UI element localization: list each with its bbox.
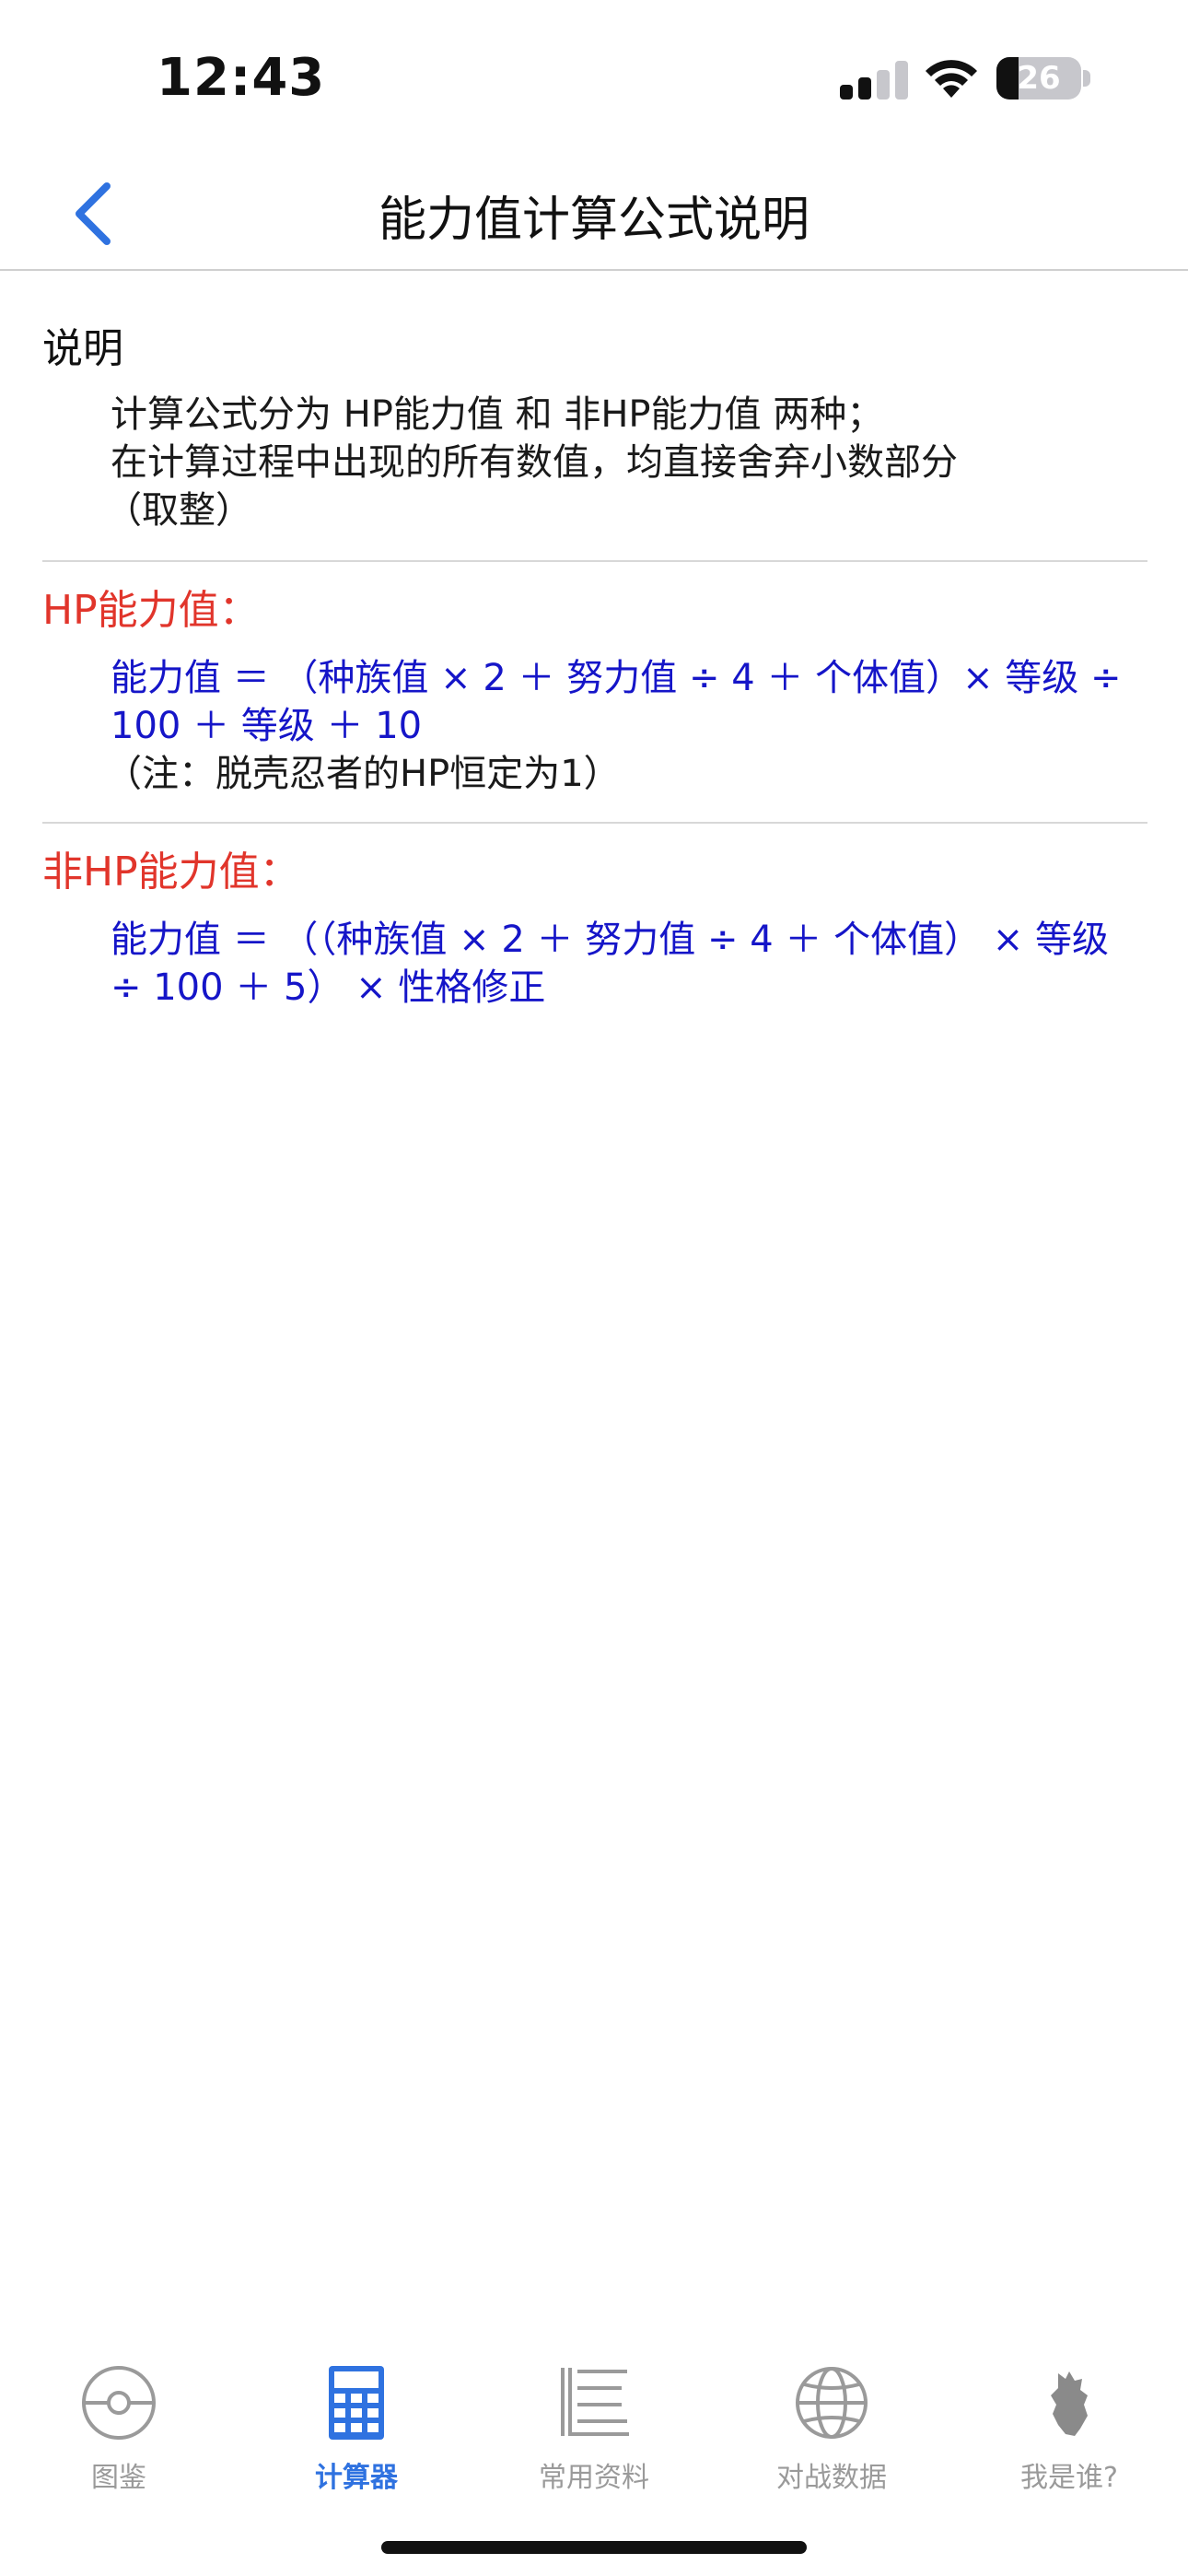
home-indicator[interactable] — [381, 2541, 807, 2554]
battery-tip — [1083, 70, 1090, 87]
wifi-icon — [926, 60, 977, 98]
globe-icon — [796, 2367, 868, 2439]
pokeball-icon — [82, 2366, 156, 2440]
status-time: 12:43 — [157, 48, 326, 108]
tab-label: 常用资料 — [539, 2462, 649, 2494]
divider — [42, 822, 1147, 824]
intro-line-1: 计算公式分为 HP能力值 和 非HP能力值 两种； — [111, 393, 884, 436]
tab-reference[interactable]: 常用资料 — [475, 2364, 713, 2512]
intro-line-3: （取整） — [105, 489, 252, 532]
page-title: 能力值计算公式说明 — [378, 193, 809, 248]
nonhp-title: 非HP能力值： — [42, 849, 300, 896]
book-icon — [561, 2368, 629, 2436]
tab-calculator[interactable]: 计算器 — [238, 2364, 475, 2512]
silhouette-icon — [1051, 2371, 1088, 2436]
tab-bar: 图鉴 计算器 常用资料 对战数据 我是谁? — [0, 2331, 1188, 2576]
hp-formula-line-2: 100 ＋ 等级 ＋ 10 — [111, 705, 423, 747]
tab-who-am-i[interactable]: 我是谁? — [950, 2364, 1188, 2512]
intro-title: 说明 — [42, 325, 123, 372]
hp-title: HP能力值： — [42, 587, 260, 634]
tab-label: 图鉴 — [91, 2462, 146, 2494]
cellular-signal-icon — [840, 61, 914, 100]
tab-battle-data[interactable]: 对战数据 — [713, 2364, 950, 2512]
nonhp-formula-line-2: ÷ 100 ＋ 5） × 性格修正 — [111, 966, 546, 1009]
hp-note: （注：脱壳忍者的HP恒定为1） — [105, 753, 621, 795]
tab-label: 我是谁? — [1020, 2462, 1118, 2494]
tab-label: 对战数据 — [776, 2462, 887, 2494]
status-bar: 12:43 26 — [0, 0, 1188, 157]
calculator-icon — [329, 2366, 384, 2440]
nonhp-formula-line-1: 能力值 ＝ （（种族值 × 2 ＋ 努力值 ÷ 4 ＋ 个体值） × 等级 — [111, 919, 1110, 961]
tab-pokedex[interactable]: 图鉴 — [0, 2364, 238, 2512]
tab-label: 计算器 — [315, 2462, 398, 2494]
battery-icon: 26 — [996, 57, 1081, 100]
hp-formula-line-1: 能力值 ＝ （种族值 × 2 ＋ 努力值 ÷ 4 ＋ 个体值）× 等级 ÷ — [111, 657, 1122, 699]
divider — [42, 560, 1147, 562]
intro-line-2: 在计算过程中出现的所有数值，均直接舍弃小数部分 — [111, 441, 958, 484]
battery-level: 26 — [1017, 60, 1061, 97]
navigation-bar: 能力值计算公式说明 — [0, 157, 1188, 271]
